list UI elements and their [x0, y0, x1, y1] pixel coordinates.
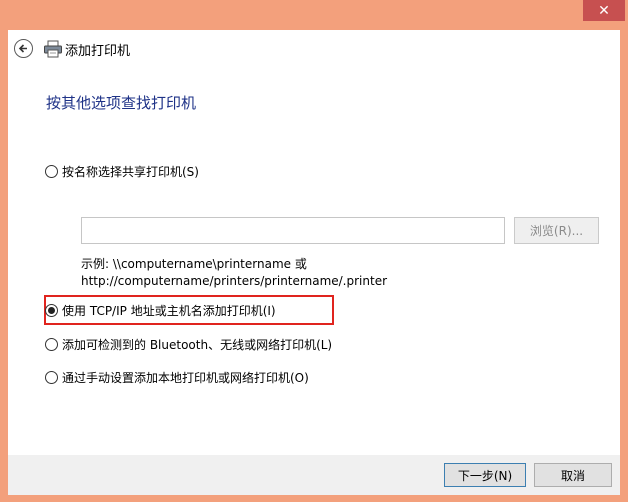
shared-printer-name-input[interactable]	[81, 217, 505, 244]
back-arrow-icon	[18, 44, 27, 53]
option-local-manual-settings[interactable]: 通过手动设置添加本地打印机或网络打印机(O)	[45, 368, 309, 386]
dialog-content: 按其他选项查找打印机 按名称选择共享打印机(S) 浏览(R)... 示例: \\…	[22, 70, 612, 455]
title-bar: ✕	[0, 0, 628, 26]
radio-button-selected[interactable]	[45, 303, 58, 317]
page-heading: 按其他选项查找打印机	[46, 94, 197, 112]
dialog-title: 添加打印机	[65, 44, 131, 59]
radio-button[interactable]	[45, 370, 58, 384]
back-button[interactable]	[14, 39, 33, 58]
next-button[interactable]: 下一步(N)	[444, 463, 526, 487]
option-tcpip-hostname[interactable]: 使用 TCP/IP 地址或主机名添加打印机(I)	[45, 301, 276, 319]
option-bluetooth-wireless-network[interactable]: 添加可检测到的 Bluetooth、无线或网络打印机(L)	[45, 335, 332, 353]
example-line-1: 示例: \\computername\printername 或	[81, 257, 307, 271]
dialog-client-area: 添加打印机 按其他选项查找打印机 按名称选择共享打印机(S) 浏览(R)... …	[8, 30, 620, 495]
browse-button[interactable]: 浏览(R)...	[514, 217, 599, 244]
radio-button[interactable]	[45, 337, 58, 351]
option-label: 添加可检测到的 Bluetooth、无线或网络打印机(L)	[62, 337, 333, 352]
add-printer-window: ✕ 添加打印机 按其他选项查找打印机 按名称选择共享打印机(S) 浏览(R)..…	[0, 0, 628, 502]
dialog-footer: 下一步(N) 取消	[8, 455, 620, 495]
option-label: 使用 TCP/IP 地址或主机名添加打印机(I)	[62, 303, 276, 318]
option-shared-printer-by-name[interactable]: 按名称选择共享打印机(S)	[45, 162, 199, 180]
cancel-button[interactable]: 取消	[534, 463, 612, 487]
option-label: 按名称选择共享打印机(S)	[62, 164, 199, 179]
option-label: 通过手动设置添加本地打印机或网络打印机(O)	[62, 370, 309, 385]
close-button[interactable]: ✕	[583, 0, 625, 21]
example-line-2: http://computername/printers/printername…	[81, 274, 388, 288]
dialog-header: 添加打印机	[8, 30, 620, 70]
example-text: 示例: \\computername\printername 或 http://…	[81, 256, 387, 290]
close-icon: ✕	[598, 2, 610, 19]
radio-button[interactable]	[45, 164, 58, 178]
printer-icon	[44, 40, 62, 58]
